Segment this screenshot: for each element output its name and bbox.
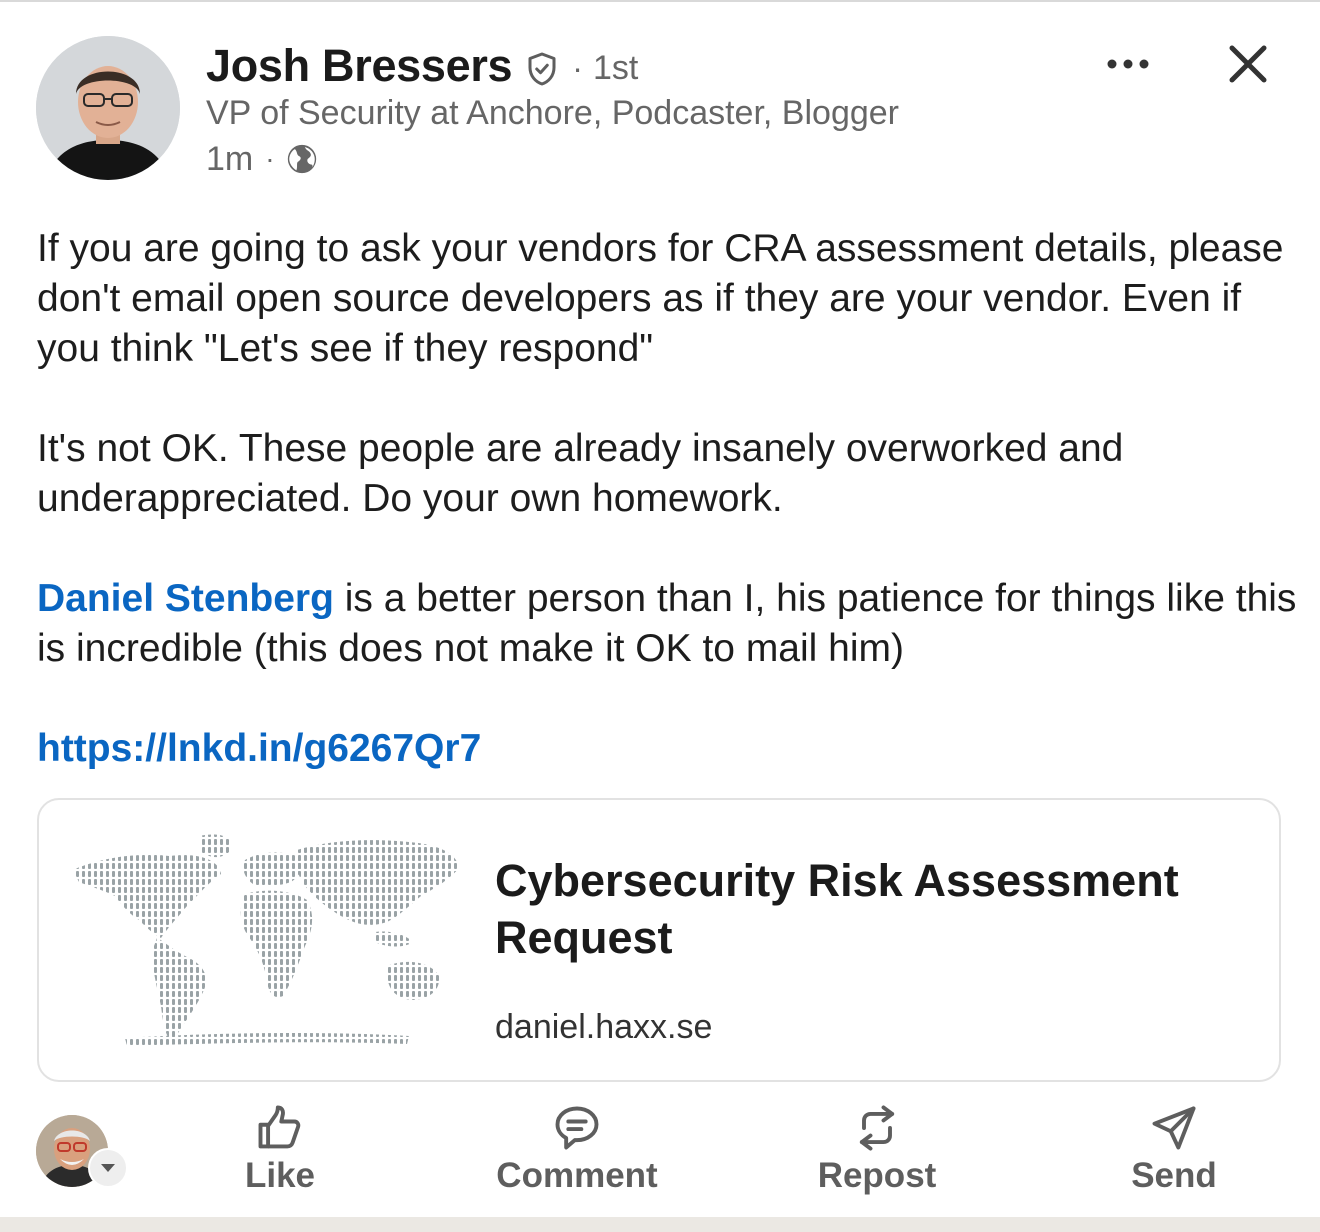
- verified-shield-icon: [528, 52, 556, 86]
- author-name-row: Josh Bressers · 1st: [206, 36, 638, 96]
- actor-switch-button[interactable]: [88, 1148, 128, 1188]
- mention-link[interactable]: Daniel Stenberg: [37, 577, 334, 620]
- close-icon: [1229, 45, 1267, 83]
- name-separator: ·: [572, 49, 583, 86]
- globe-icon: [287, 144, 316, 174]
- send-paper-plane-icon: [1152, 1106, 1196, 1150]
- author-headline: VP of Security at Anchore, Podcaster, Bl…: [206, 94, 899, 132]
- repost-arrows-icon: [859, 1105, 895, 1151]
- thumbs-up-icon: [258, 1105, 301, 1149]
- send-label: Send: [1131, 1156, 1217, 1195]
- close-button[interactable]: [1222, 38, 1274, 90]
- repost-button[interactable]: Repost: [777, 1100, 977, 1200]
- top-divider: [0, 0, 1320, 2]
- link-preview-card[interactable]: Cybersecurity Risk Assessment Request da…: [37, 798, 1281, 1082]
- preview-domain: daniel.haxx.se: [495, 1008, 713, 1046]
- bottom-divider: [0, 1217, 1320, 1232]
- meta-separator: ·: [265, 143, 275, 174]
- post-meta: 1m ·: [206, 138, 319, 180]
- post-body: If you are going to ask your vendors for…: [37, 224, 1297, 774]
- like-label: Like: [244, 1156, 316, 1195]
- post-url-link[interactable]: https://lnkd.in/g6267Qr7: [37, 727, 481, 770]
- author-avatar[interactable]: [36, 36, 180, 180]
- more-options-button[interactable]: [1104, 44, 1152, 84]
- post-paragraph: If you are going to ask your vendors for…: [37, 227, 1284, 370]
- like-button[interactable]: Like: [180, 1100, 380, 1200]
- preview-title: Cybersecurity Risk Assessment Request: [495, 855, 1179, 963]
- connection-degree: 1st: [592, 48, 639, 87]
- send-button[interactable]: Send: [1074, 1100, 1274, 1200]
- comment-button[interactable]: Comment: [477, 1100, 677, 1200]
- world-map-thumbnail: [73, 834, 459, 1046]
- post-paragraph: It's not OK. These people are already in…: [37, 427, 1124, 520]
- author-name[interactable]: Josh Bressers: [206, 40, 513, 92]
- caret-down-icon: [101, 1164, 115, 1172]
- comment-label: Comment: [496, 1156, 658, 1195]
- more-dots-icon: [1107, 59, 1149, 69]
- comment-bubble-icon: [555, 1106, 599, 1150]
- post-paragraph: https://lnkd.in/g6267Qr7: [37, 724, 1297, 774]
- repost-label: Repost: [817, 1156, 937, 1195]
- post-time: 1m: [206, 139, 254, 178]
- post-paragraph: Daniel Stenberg is a better person than …: [37, 574, 1297, 674]
